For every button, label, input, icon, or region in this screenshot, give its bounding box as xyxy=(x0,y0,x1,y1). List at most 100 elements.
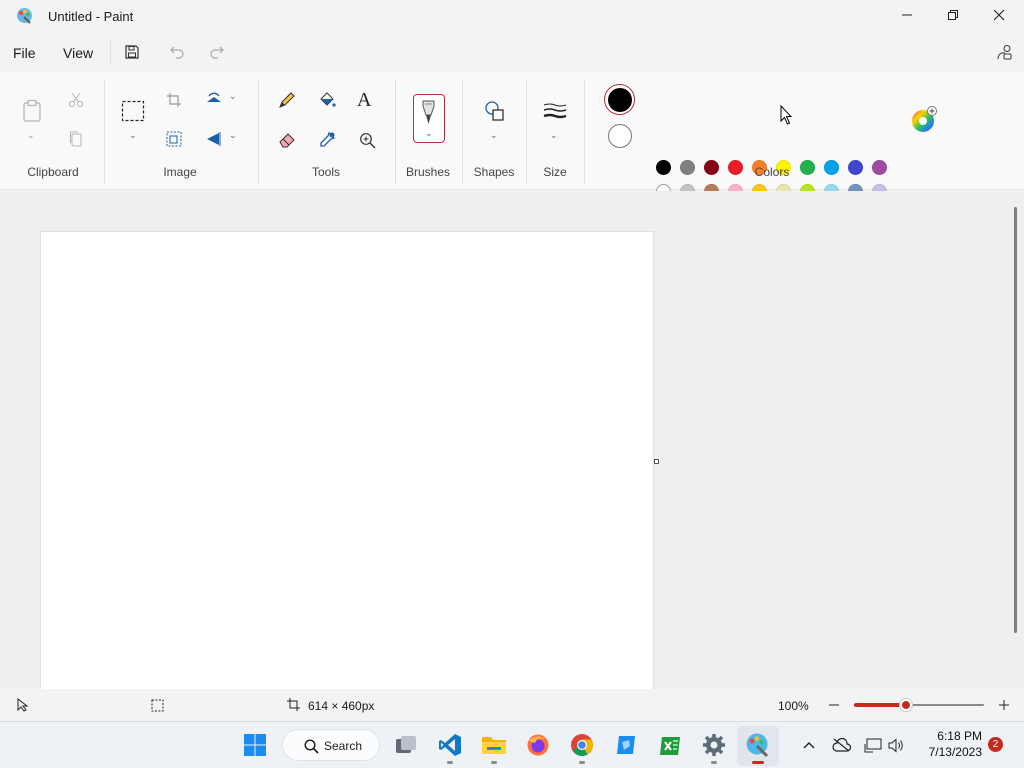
chevron-down-icon[interactable]: ⌄ xyxy=(27,130,35,141)
firefox-button[interactable] xyxy=(525,732,551,758)
brushes-button[interactable]: ⌄ xyxy=(413,94,445,143)
file-explorer-button[interactable] xyxy=(481,732,507,764)
workspace xyxy=(0,191,1024,689)
palette-color-swatch[interactable] xyxy=(728,160,743,175)
zoom-slider-fill xyxy=(854,703,906,707)
vertical-scrollbar[interactable] xyxy=(1014,207,1017,633)
vscode-button[interactable] xyxy=(437,732,463,764)
save-button[interactable] xyxy=(120,40,144,64)
network-button[interactable] xyxy=(862,734,884,756)
search-box[interactable]: Search xyxy=(282,729,380,761)
select-button[interactable] xyxy=(118,96,148,126)
chevron-down-icon: ⌄ xyxy=(425,128,433,138)
chevron-down-icon[interactable]: ⌄ xyxy=(129,130,137,141)
start-button[interactable] xyxy=(242,732,268,758)
running-indicator xyxy=(447,761,453,764)
palette-color-swatch[interactable] xyxy=(872,160,887,175)
palette-color-swatch[interactable] xyxy=(680,160,695,175)
file-menu[interactable]: File xyxy=(13,45,36,61)
size-button[interactable] xyxy=(540,98,570,124)
drawing-canvas[interactable] xyxy=(40,231,654,689)
copy-icon xyxy=(70,131,82,147)
volume-button[interactable] xyxy=(885,734,907,756)
fill-bucket-icon xyxy=(320,92,336,107)
redo-button[interactable] xyxy=(205,40,229,64)
settings-icon xyxy=(703,734,725,756)
rotate-button[interactable] xyxy=(202,89,226,111)
resize-button[interactable] xyxy=(162,128,186,150)
restore-button[interactable] xyxy=(930,0,976,30)
onedrive-button[interactable] xyxy=(830,734,852,756)
notification-count: 2 xyxy=(992,739,999,750)
color-picker-button[interactable] xyxy=(314,128,340,152)
notification-badge[interactable]: 2 xyxy=(988,737,1003,752)
close-icon xyxy=(993,9,1005,21)
cut-button[interactable] xyxy=(64,89,88,111)
zoom-slider[interactable] xyxy=(854,699,984,711)
brush-icon xyxy=(422,100,435,124)
eraser-button[interactable] xyxy=(274,128,300,152)
window-title: Untitled - Paint xyxy=(48,9,134,24)
share-icon xyxy=(997,44,1011,59)
ribbon: ⌄ Clipboard ⌄ ⌄ ⌄ Image A Tools ⌄ Brushe… xyxy=(0,72,1024,223)
firefox-icon xyxy=(527,734,549,756)
chevron-down-icon[interactable]: ⌄ xyxy=(229,130,237,141)
show-hidden-icons-button[interactable] xyxy=(799,734,819,756)
start-icon xyxy=(244,734,266,756)
running-indicator xyxy=(491,761,497,764)
shapes-button[interactable] xyxy=(480,97,510,125)
resize-icon xyxy=(166,131,182,147)
palette-color-swatch[interactable] xyxy=(800,160,815,175)
excel-button[interactable] xyxy=(657,732,683,758)
pencil-button[interactable] xyxy=(274,88,300,112)
remote-app-button[interactable] xyxy=(613,732,639,758)
chevron-down-icon[interactable]: ⌄ xyxy=(490,130,498,141)
copy-button[interactable] xyxy=(64,128,88,150)
close-button[interactable] xyxy=(976,0,1022,30)
brushes-group-label: Brushes xyxy=(405,165,451,179)
chrome-button[interactable] xyxy=(569,732,595,764)
paint-icon xyxy=(746,733,769,758)
paste-icon xyxy=(23,99,41,122)
zoom-slider-thumb[interactable] xyxy=(900,699,912,711)
flip-button[interactable] xyxy=(202,128,226,150)
crop-icon xyxy=(167,93,181,107)
minimize-button[interactable] xyxy=(884,0,930,30)
clock-time: 6:18 PM xyxy=(937,729,982,743)
zoom-in-button[interactable] xyxy=(994,695,1014,715)
magnifier-icon xyxy=(359,132,375,148)
edit-colors-button[interactable] xyxy=(909,106,939,134)
task-view-button[interactable] xyxy=(393,732,419,758)
eyedropper-icon xyxy=(320,131,336,147)
share-button[interactable] xyxy=(992,40,1016,64)
volume-icon xyxy=(888,737,903,753)
palette-color-swatch[interactable] xyxy=(848,160,863,175)
chevron-down-icon[interactable]: ⌄ xyxy=(229,91,237,102)
magnifier-button[interactable] xyxy=(355,128,379,152)
redo-icon xyxy=(210,46,224,59)
canvas-resize-handle[interactable] xyxy=(654,459,659,464)
paint-button[interactable] xyxy=(745,732,771,764)
palette-color-swatch[interactable] xyxy=(824,160,839,175)
fill-button[interactable] xyxy=(314,88,340,112)
clock-date: 7/13/2023 xyxy=(928,745,982,759)
settings-button[interactable] xyxy=(701,732,727,764)
view-menu[interactable]: View xyxy=(63,45,93,61)
vscode-icon xyxy=(439,734,461,756)
zoom-out-button[interactable] xyxy=(824,695,844,715)
paste-button[interactable] xyxy=(18,96,46,126)
clock[interactable]: 6:18 PM 7/13/2023 xyxy=(912,728,982,764)
crop-button[interactable] xyxy=(162,89,186,111)
palette-color-swatch[interactable] xyxy=(656,160,671,175)
undo-button[interactable] xyxy=(165,40,189,64)
active-indicator xyxy=(752,761,764,764)
pencil-icon xyxy=(279,92,295,108)
canvas-size-icon xyxy=(287,698,300,711)
palette-color-swatch[interactable] xyxy=(704,160,719,175)
chevron-down-icon[interactable]: ⌄ xyxy=(550,130,558,141)
text-button[interactable]: A xyxy=(357,89,379,113)
primary-color-button[interactable] xyxy=(604,84,635,115)
secondary-color-button[interactable] xyxy=(608,124,632,148)
colors-group-label: Colors xyxy=(754,165,790,179)
zoom-percent[interactable]: 100% xyxy=(778,699,809,713)
